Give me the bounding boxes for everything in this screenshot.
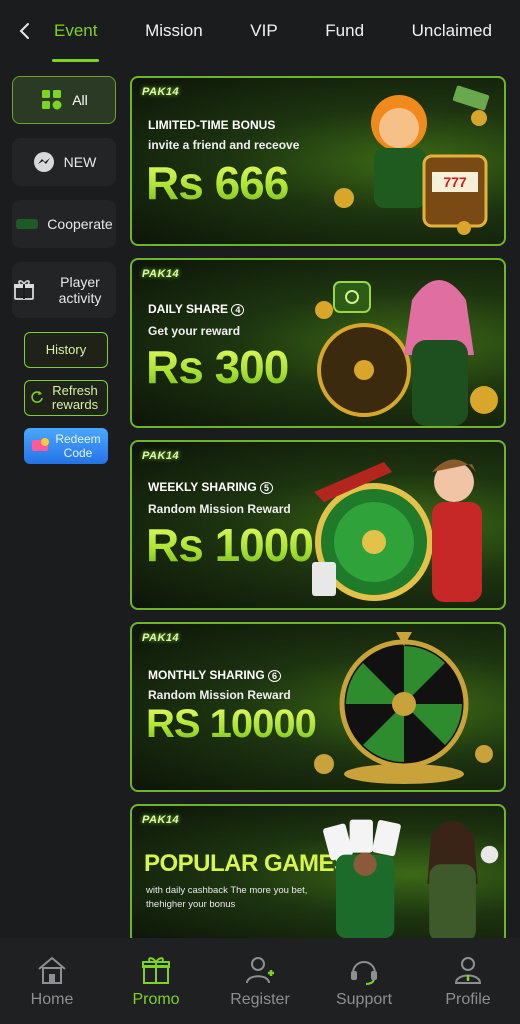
banner-subtitle: MONTHLY SHARING 6: [148, 668, 282, 682]
promo-banner-list: PAK14 LIMITED-TIME BONUS invite a friend…: [130, 76, 508, 938]
cards-players-illustration: [323, 819, 499, 938]
banner-amount: Rs 1000: [146, 519, 314, 571]
grid-icon: [40, 88, 64, 112]
nav-home[interactable]: Home: [2, 953, 102, 1009]
banner-popular-games[interactable]: PAK14 POPULAR GAMES with daily cashback …: [130, 804, 506, 938]
banner-subtitle: WEEKLY SHARING 5: [148, 480, 274, 494]
banner-description: Random Mission Reward: [148, 688, 291, 702]
banner-subtitle: LIMITED-TIME BONUS: [148, 118, 276, 132]
redeem-code-label: Redeem Code: [55, 432, 101, 460]
brand-logo: PAK14: [142, 450, 180, 462]
sidebar-item-label: Cooperate: [47, 216, 113, 232]
messenger-icon: [32, 150, 56, 174]
home-icon: [35, 953, 69, 987]
svg-text:777: 777: [443, 174, 467, 190]
banner-weekly-sharing[interactable]: PAK14 WEEKLY SHARING 5 Random Mission Re…: [130, 440, 506, 610]
banner-amount: RS 10000: [146, 702, 317, 746]
add-user-icon: [243, 953, 277, 987]
gift-icon: [12, 278, 36, 302]
sidebar-item-all[interactable]: All: [12, 76, 116, 124]
nav-label: Support: [335, 991, 393, 1008]
banner-amount: Rs 666: [146, 157, 289, 209]
nav-support[interactable]: Support: [314, 953, 414, 1009]
banner-amount: Rs 300: [146, 341, 289, 393]
tab-event[interactable]: Event: [50, 0, 101, 62]
banner-daily-share[interactable]: PAK14 DAILY SHARE 4 Get your reward Rs 3…: [130, 258, 506, 428]
history-button[interactable]: History: [24, 332, 108, 368]
headset-icon: [347, 953, 381, 987]
mascot-slot-machine-illustration: 777: [334, 85, 490, 235]
chevron-left-icon: [19, 23, 29, 39]
tab-unclaimed[interactable]: Unclaimed: [408, 0, 496, 62]
banner-subtitle: DAILY SHARE 4: [148, 302, 245, 316]
nav-register[interactable]: Register: [210, 953, 310, 1009]
sidebar-item-label: All: [72, 92, 88, 108]
sidebar-item-cooperate[interactable]: Cooperate: [12, 200, 116, 248]
handshake-icon: [15, 212, 39, 236]
brand-logo: PAK14: [142, 86, 180, 98]
refresh-icon: [30, 390, 44, 407]
back-button[interactable]: [0, 0, 50, 62]
brand-logo: PAK14: [142, 814, 180, 826]
nav-promo[interactable]: Promo: [106, 953, 206, 1009]
nav-profile[interactable]: Profile: [418, 953, 518, 1009]
tab-mission[interactable]: Mission: [141, 0, 207, 62]
banner-invite-bonus[interactable]: PAK14 LIMITED-TIME BONUS invite a friend…: [130, 76, 506, 246]
ticket-icon: [31, 437, 51, 456]
refresh-rewards-button[interactable]: Refresh rewards: [24, 380, 108, 416]
sidebar-item-new[interactable]: NEW: [12, 138, 116, 186]
nav-label: Profile: [445, 991, 491, 1008]
gift-icon: [139, 953, 173, 987]
brand-logo: PAK14: [142, 268, 180, 280]
top-tab-bar: Event Mission VIP Fund Unclaimed: [0, 0, 520, 62]
sidebar-item-player-activity[interactable]: Player activity: [12, 262, 116, 318]
share-count-badge: 6: [268, 670, 282, 682]
sidebar-item-label: NEW: [63, 154, 97, 170]
nav-label: Register: [230, 991, 290, 1008]
brand-logo: PAK14: [142, 632, 180, 644]
tab-vip[interactable]: VIP: [246, 0, 281, 62]
pilot-wheel-illustration: [312, 459, 482, 602]
nav-label: Home: [30, 991, 74, 1008]
spin-wheel-illustration: [314, 632, 493, 784]
banner-description: Random Mission Reward: [148, 502, 291, 516]
sidebar-item-label: Player activity: [58, 274, 102, 306]
user-icon: [451, 953, 485, 987]
nav-label: Promo: [132, 991, 180, 1008]
bottom-navigation: Home Promo Register Support Profile: [0, 938, 520, 1024]
share-count-badge: 4: [231, 304, 245, 316]
category-sidebar: All NEW Cooperate Player activity Histor…: [12, 76, 120, 476]
woman-share-wheel-illustration: [315, 280, 498, 426]
refresh-rewards-label: Refresh rewards: [51, 383, 99, 412]
share-count-badge: 5: [260, 482, 274, 494]
tab-fund[interactable]: Fund: [321, 0, 368, 62]
banner-description: Get your reward: [148, 324, 241, 338]
promo-screen: Event Mission VIP Fund Unclaimed All NEW…: [0, 0, 520, 1024]
banner-description: invite a friend and receove: [148, 138, 300, 152]
redeem-code-button[interactable]: Redeem Code: [24, 428, 108, 464]
banner-monthly-sharing[interactable]: PAK14 MONTHLY SHARING 6 Random Mission R…: [130, 622, 506, 792]
